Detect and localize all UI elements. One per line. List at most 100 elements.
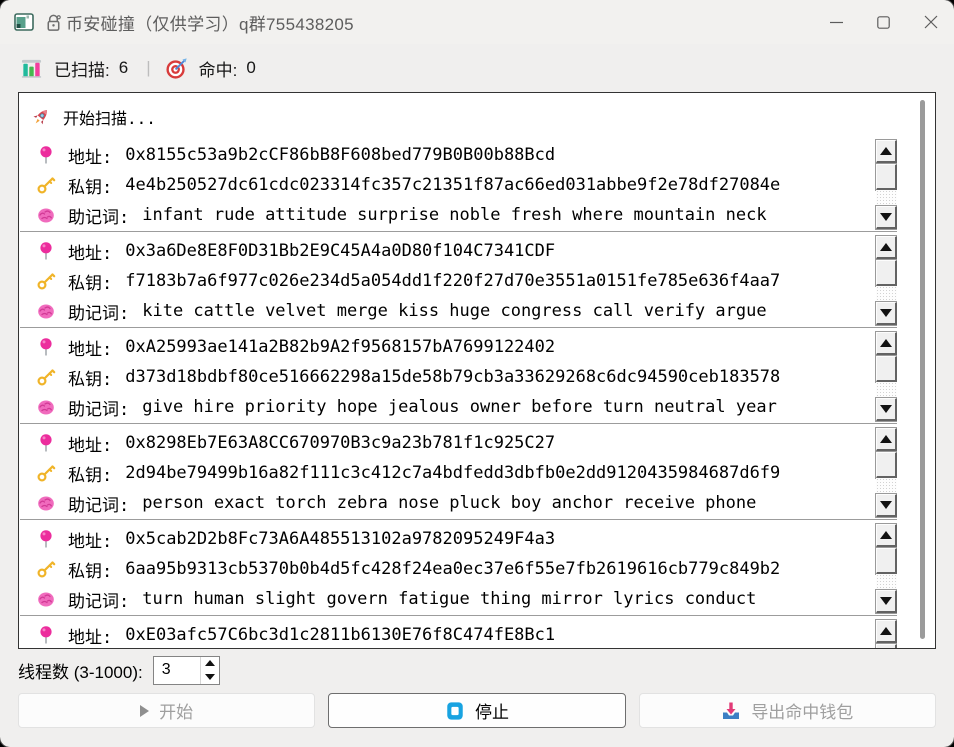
pin-icon [36, 433, 56, 453]
rocket-icon [30, 106, 52, 128]
entry-scrollbar[interactable] [876, 524, 897, 613]
mnemonic-line: 助记词: infant rude attitude surprise noble… [20, 200, 897, 230]
start-message: 开始扫描... [63, 105, 156, 129]
private-key-value: d373d18bdbf80ce516662298a15de58b79cb3a33… [125, 367, 780, 387]
scroll-track[interactable] [876, 190, 897, 206]
spinner-buttons [200, 657, 219, 684]
start-button-label: 开始 [159, 698, 193, 723]
thread-count-spinner[interactable]: 3 [153, 656, 220, 685]
key-icon [36, 559, 56, 579]
entry-scrollbar[interactable] [876, 620, 897, 649]
address-value: 0x3a6De8E8F0D31Bb2E9C45A4a0D80f104C7341C… [125, 241, 555, 261]
target-icon [165, 57, 188, 80]
window-title: 币安碰撞（仅供学习）q群755438205 [66, 10, 354, 35]
scroll-thumb[interactable] [876, 356, 897, 382]
private-key-label: 私钥: [68, 173, 112, 198]
scroll-track[interactable] [876, 286, 897, 302]
mnemonic-label: 助记词: [68, 395, 129, 420]
export-button-label: 导出命中钱包 [751, 698, 853, 723]
scroll-up-button[interactable] [876, 620, 897, 643]
scroll-thumb[interactable] [876, 452, 897, 478]
stop-button-label: 停止 [475, 698, 509, 723]
brain-icon [36, 301, 56, 321]
entry-scrollbar[interactable] [876, 428, 897, 517]
spinner-down-button[interactable] [201, 670, 219, 684]
brain-icon [36, 589, 56, 609]
mnemonic-line: 助记词: person exact torch zebra nose pluck… [20, 488, 897, 518]
spinner-up-button[interactable] [201, 657, 219, 671]
play-icon [140, 705, 149, 717]
titlebar: 币安碰撞（仅供学习）q群755438205 [0, 0, 954, 44]
address-value: 0x8298Eb7E63A8CC670970B3c9a23b781f1c925C… [125, 433, 555, 453]
scroll-track[interactable] [876, 574, 897, 590]
address-line: 地址: 0x5cab2D2b8Fc73A6A485513102a97820952… [20, 524, 897, 554]
scroll-down-button[interactable] [876, 398, 897, 421]
mnemonic-value: infant rude attitude surprise noble fres… [142, 205, 766, 225]
address-label: 地址: [68, 239, 112, 264]
address-line: 地址: 0xA25993ae141a2B82b9A2f9568157bA7699… [20, 332, 897, 362]
mnemonic-value: kite cattle velvet merge kiss huge congr… [142, 301, 766, 321]
stop-button[interactable]: 停止 [328, 693, 625, 728]
address-line: 地址: 0x8298Eb7E63A8CC670970B3c9a23b781f1c… [20, 428, 897, 458]
scroll-track[interactable] [876, 478, 897, 494]
scroll-down-button[interactable] [876, 302, 897, 325]
thread-row: 线程数 (3-1000): 3 [0, 649, 954, 691]
scroll-thumb[interactable] [876, 644, 897, 649]
scroll-down-button[interactable] [876, 590, 897, 613]
export-download-icon [721, 701, 741, 721]
start-message-line: 开始扫描... [19, 93, 935, 138]
address-label: 地址: [68, 527, 112, 552]
address-label: 地址: [68, 143, 112, 168]
pin-icon [36, 625, 56, 645]
wallet-entry: 地址: 0xA25993ae141a2B82b9A2f9568157bA7699… [20, 330, 897, 424]
scroll-track[interactable] [876, 382, 897, 398]
bar-chart-icon [20, 57, 43, 80]
scroll-up-button[interactable] [876, 428, 897, 451]
export-button[interactable]: 导出命中钱包 [639, 693, 936, 728]
private-key-value: f7183b7a6f977c026e234d5a054dd1f220f27d70… [125, 271, 780, 291]
pin-icon [36, 529, 56, 549]
private-key-value: 4e4b250527dc61cdc023314fc357c21351f87ac6… [125, 175, 780, 195]
mnemonic-label: 助记词: [68, 491, 129, 516]
address-line: 地址: 0xE03afc57C6bc3d1c2811b6130E76f8C474… [20, 620, 897, 649]
mnemonic-label: 助记词: [68, 587, 129, 612]
mnemonic-line: 助记词: turn human slight govern fatigue th… [20, 584, 897, 614]
scanned-value: 6 [119, 58, 128, 78]
scroll-up-button[interactable] [876, 332, 897, 355]
thread-count-label: 线程数 (3-1000): [18, 658, 143, 683]
entry-scrollbar[interactable] [876, 140, 897, 229]
action-buttons: 开始 停止 导出命中钱包 [18, 693, 936, 728]
brain-icon [36, 397, 56, 417]
entry-scrollbar[interactable] [876, 332, 897, 421]
key-icon [36, 271, 56, 291]
scroll-thumb[interactable] [876, 164, 897, 190]
app-icon [14, 12, 34, 32]
scroll-thumb[interactable] [876, 548, 897, 574]
hits-value: 0 [246, 58, 255, 78]
close-button[interactable] [907, 0, 954, 44]
scroll-down-button[interactable] [876, 206, 897, 229]
maximize-button[interactable] [860, 0, 907, 44]
thread-count-value[interactable]: 3 [154, 657, 200, 684]
private-key-label: 私钥: [68, 365, 112, 390]
entry-scrollbar[interactable] [876, 236, 897, 325]
wallet-entry: 地址: 0x8298Eb7E63A8CC670970B3c9a23b781f1c… [20, 426, 897, 520]
panel-scrollbar-thumb[interactable] [920, 100, 925, 639]
private-key-value: 6aa95b9313cb5370b0b4d5fc428f24ea0ec37e6f… [125, 559, 780, 579]
mnemonic-label: 助记词: [68, 203, 129, 228]
lock-icon [44, 13, 63, 32]
address-line: 地址: 0x8155c53a9b2cCF86bB8F608bed779B0B00… [20, 140, 897, 170]
window-controls [813, 0, 954, 44]
wallet-entry: 地址: 0x5cab2D2b8Fc73A6A485513102a97820952… [20, 522, 897, 616]
scroll-down-button[interactable] [876, 494, 897, 517]
wallet-entry: 地址: 0x3a6De8E8F0D31Bb2E9C45A4a0D80f104C7… [20, 234, 897, 328]
log-entries: 地址: 0x8155c53a9b2cCF86bB8F608bed779B0B00… [20, 138, 897, 649]
scroll-up-button[interactable] [876, 236, 897, 259]
scroll-up-button[interactable] [876, 140, 897, 163]
mnemonic-line: 助记词: give hire priority hope jealous own… [20, 392, 897, 422]
start-button[interactable]: 开始 [18, 693, 315, 728]
scroll-thumb[interactable] [876, 260, 897, 286]
scroll-up-button[interactable] [876, 524, 897, 547]
private-key-label: 私钥: [68, 269, 112, 294]
minimize-button[interactable] [813, 0, 860, 44]
